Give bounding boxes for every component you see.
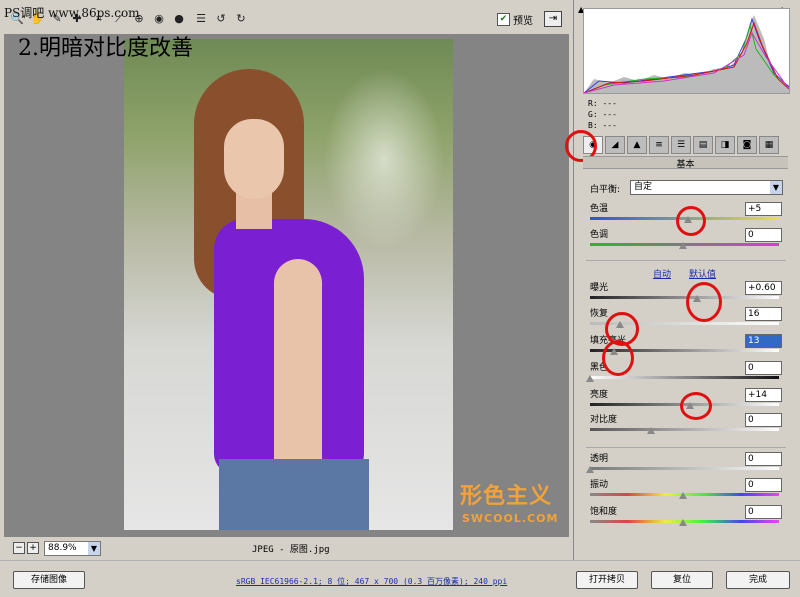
slider-value-input[interactable]: 0 (745, 478, 782, 492)
tab-presets[interactable]: ▦ (759, 136, 779, 154)
histogram-graph (584, 15, 789, 93)
slider-label: 透明 (590, 454, 609, 464)
save-image-button[interactable]: 存储图像 (13, 571, 85, 589)
default-link[interactable]: 默认值 (689, 267, 716, 280)
slider-track[interactable] (590, 467, 779, 470)
slider-thumb[interactable] (647, 427, 656, 434)
zoom-out-icon[interactable]: − (13, 542, 25, 554)
annotation-circle (602, 340, 634, 376)
tutorial-step-title: 2.明暗对比度改善 (18, 36, 193, 61)
r-readout: R: --- (588, 99, 617, 108)
list-icon[interactable]: ☰ (194, 12, 208, 26)
panel-title: 基本 (583, 156, 788, 170)
divider (586, 447, 786, 448)
histogram (583, 8, 790, 94)
slider-value-input[interactable]: +14 (745, 388, 782, 402)
slider-label: 色温 (590, 204, 609, 214)
red-eye-tool-icon[interactable]: ◉ (152, 12, 166, 26)
slider-thumb[interactable] (586, 375, 594, 382)
slider-label: 曝光 (590, 283, 609, 293)
tab-lens[interactable]: ▤ (693, 136, 713, 154)
file-name: JPEG - 原图.jpg (252, 545, 330, 555)
slider-value-input[interactable]: +0.60 (745, 281, 782, 295)
slider-label: 饱和度 (590, 507, 618, 517)
tab-detail[interactable]: ▲ (627, 136, 647, 154)
white-balance-label: 白平衡: (590, 185, 621, 195)
panel-tabs: ◉ ◢ ▲ ≡ ☰ ▤ ◨ ◙ ▦ (583, 136, 788, 154)
slider-label: 恢复 (590, 309, 609, 319)
slider-value-input[interactable]: 16 (745, 307, 782, 321)
slider-thumb[interactable] (586, 466, 594, 473)
photo-face (224, 119, 284, 199)
watermark-logo: 形色主义 (460, 484, 553, 509)
b-readout: B: --- (588, 121, 617, 130)
photo-preview (124, 39, 453, 530)
rgb-readout: R: --- G: --- B: --- (588, 98, 617, 131)
annotation-circle (680, 392, 712, 420)
preferences-icon[interactable]: ● (172, 12, 186, 26)
chevron-down-icon[interactable]: ▼ (770, 181, 782, 194)
done-button[interactable]: 完成 (726, 571, 790, 589)
slider-value-input[interactable]: 13 (745, 334, 782, 348)
auto-link[interactable]: 自动 (653, 267, 671, 280)
workflow-options-link[interactable]: sRGB IEC61966-2.1; 8 位; 467 x 700 (0.3 百… (236, 576, 507, 587)
annotation-circle (676, 206, 706, 236)
rotate-right-icon[interactable]: ↻ (234, 12, 248, 26)
slider-track[interactable] (590, 296, 779, 299)
slider-track[interactable] (590, 376, 779, 379)
reset-button[interactable]: 复位 (651, 571, 713, 589)
slider-label: 对比度 (590, 415, 618, 425)
rotate-left-icon[interactable]: ↺ (214, 12, 228, 26)
slider-thumb[interactable] (678, 519, 687, 526)
tab-split-toning[interactable]: ☰ (671, 136, 691, 154)
watermark-url: SWCOOL.COM (462, 512, 559, 525)
annotation-circle (686, 282, 722, 322)
preview-label: 预览 (513, 16, 533, 27)
tab-camera[interactable]: ◙ (737, 136, 757, 154)
open-copy-button[interactable]: 打开拷贝 (576, 571, 638, 589)
chevron-down-icon[interactable]: ▼ (88, 542, 100, 555)
check-icon[interactable]: ✔ (497, 13, 510, 26)
slider-track[interactable] (590, 428, 779, 431)
slider-value-input[interactable]: +5 (745, 202, 782, 216)
slider-value-input[interactable]: 0 (745, 452, 782, 466)
slider-thumb[interactable] (678, 492, 687, 499)
slider-label: 振动 (590, 480, 609, 490)
white-balance-select[interactable]: 自定 ▼ (630, 180, 783, 195)
slider-label: 色调 (590, 230, 609, 240)
slider-label: 亮度 (590, 390, 609, 400)
slider-value-input[interactable]: 0 (745, 228, 782, 242)
slider-value-input[interactable]: 0 (745, 413, 782, 427)
tab-effects[interactable]: ◨ (715, 136, 735, 154)
slider-thumb[interactable] (678, 242, 687, 249)
zoom-in-icon[interactable]: + (27, 542, 39, 554)
tab-hsl[interactable]: ≡ (649, 136, 669, 154)
fullscreen-toggle-icon[interactable]: ⇥ (544, 11, 562, 27)
zoom-value: 88.9% (48, 543, 77, 553)
photo-jeans (219, 459, 369, 530)
zoom-select[interactable]: 88.9% ▼ (44, 541, 101, 556)
preview-checkbox[interactable]: ✔ 预览 (497, 12, 533, 27)
watermark: PS调吧 www.86ps.com (4, 6, 140, 20)
g-readout: G: --- (588, 110, 617, 119)
slider-value-input[interactable]: 0 (745, 361, 782, 375)
white-balance-value: 自定 (634, 182, 653, 192)
tab-tone-curve[interactable]: ◢ (605, 136, 625, 154)
slider-value-input[interactable]: 0 (745, 505, 782, 519)
divider (586, 260, 786, 261)
